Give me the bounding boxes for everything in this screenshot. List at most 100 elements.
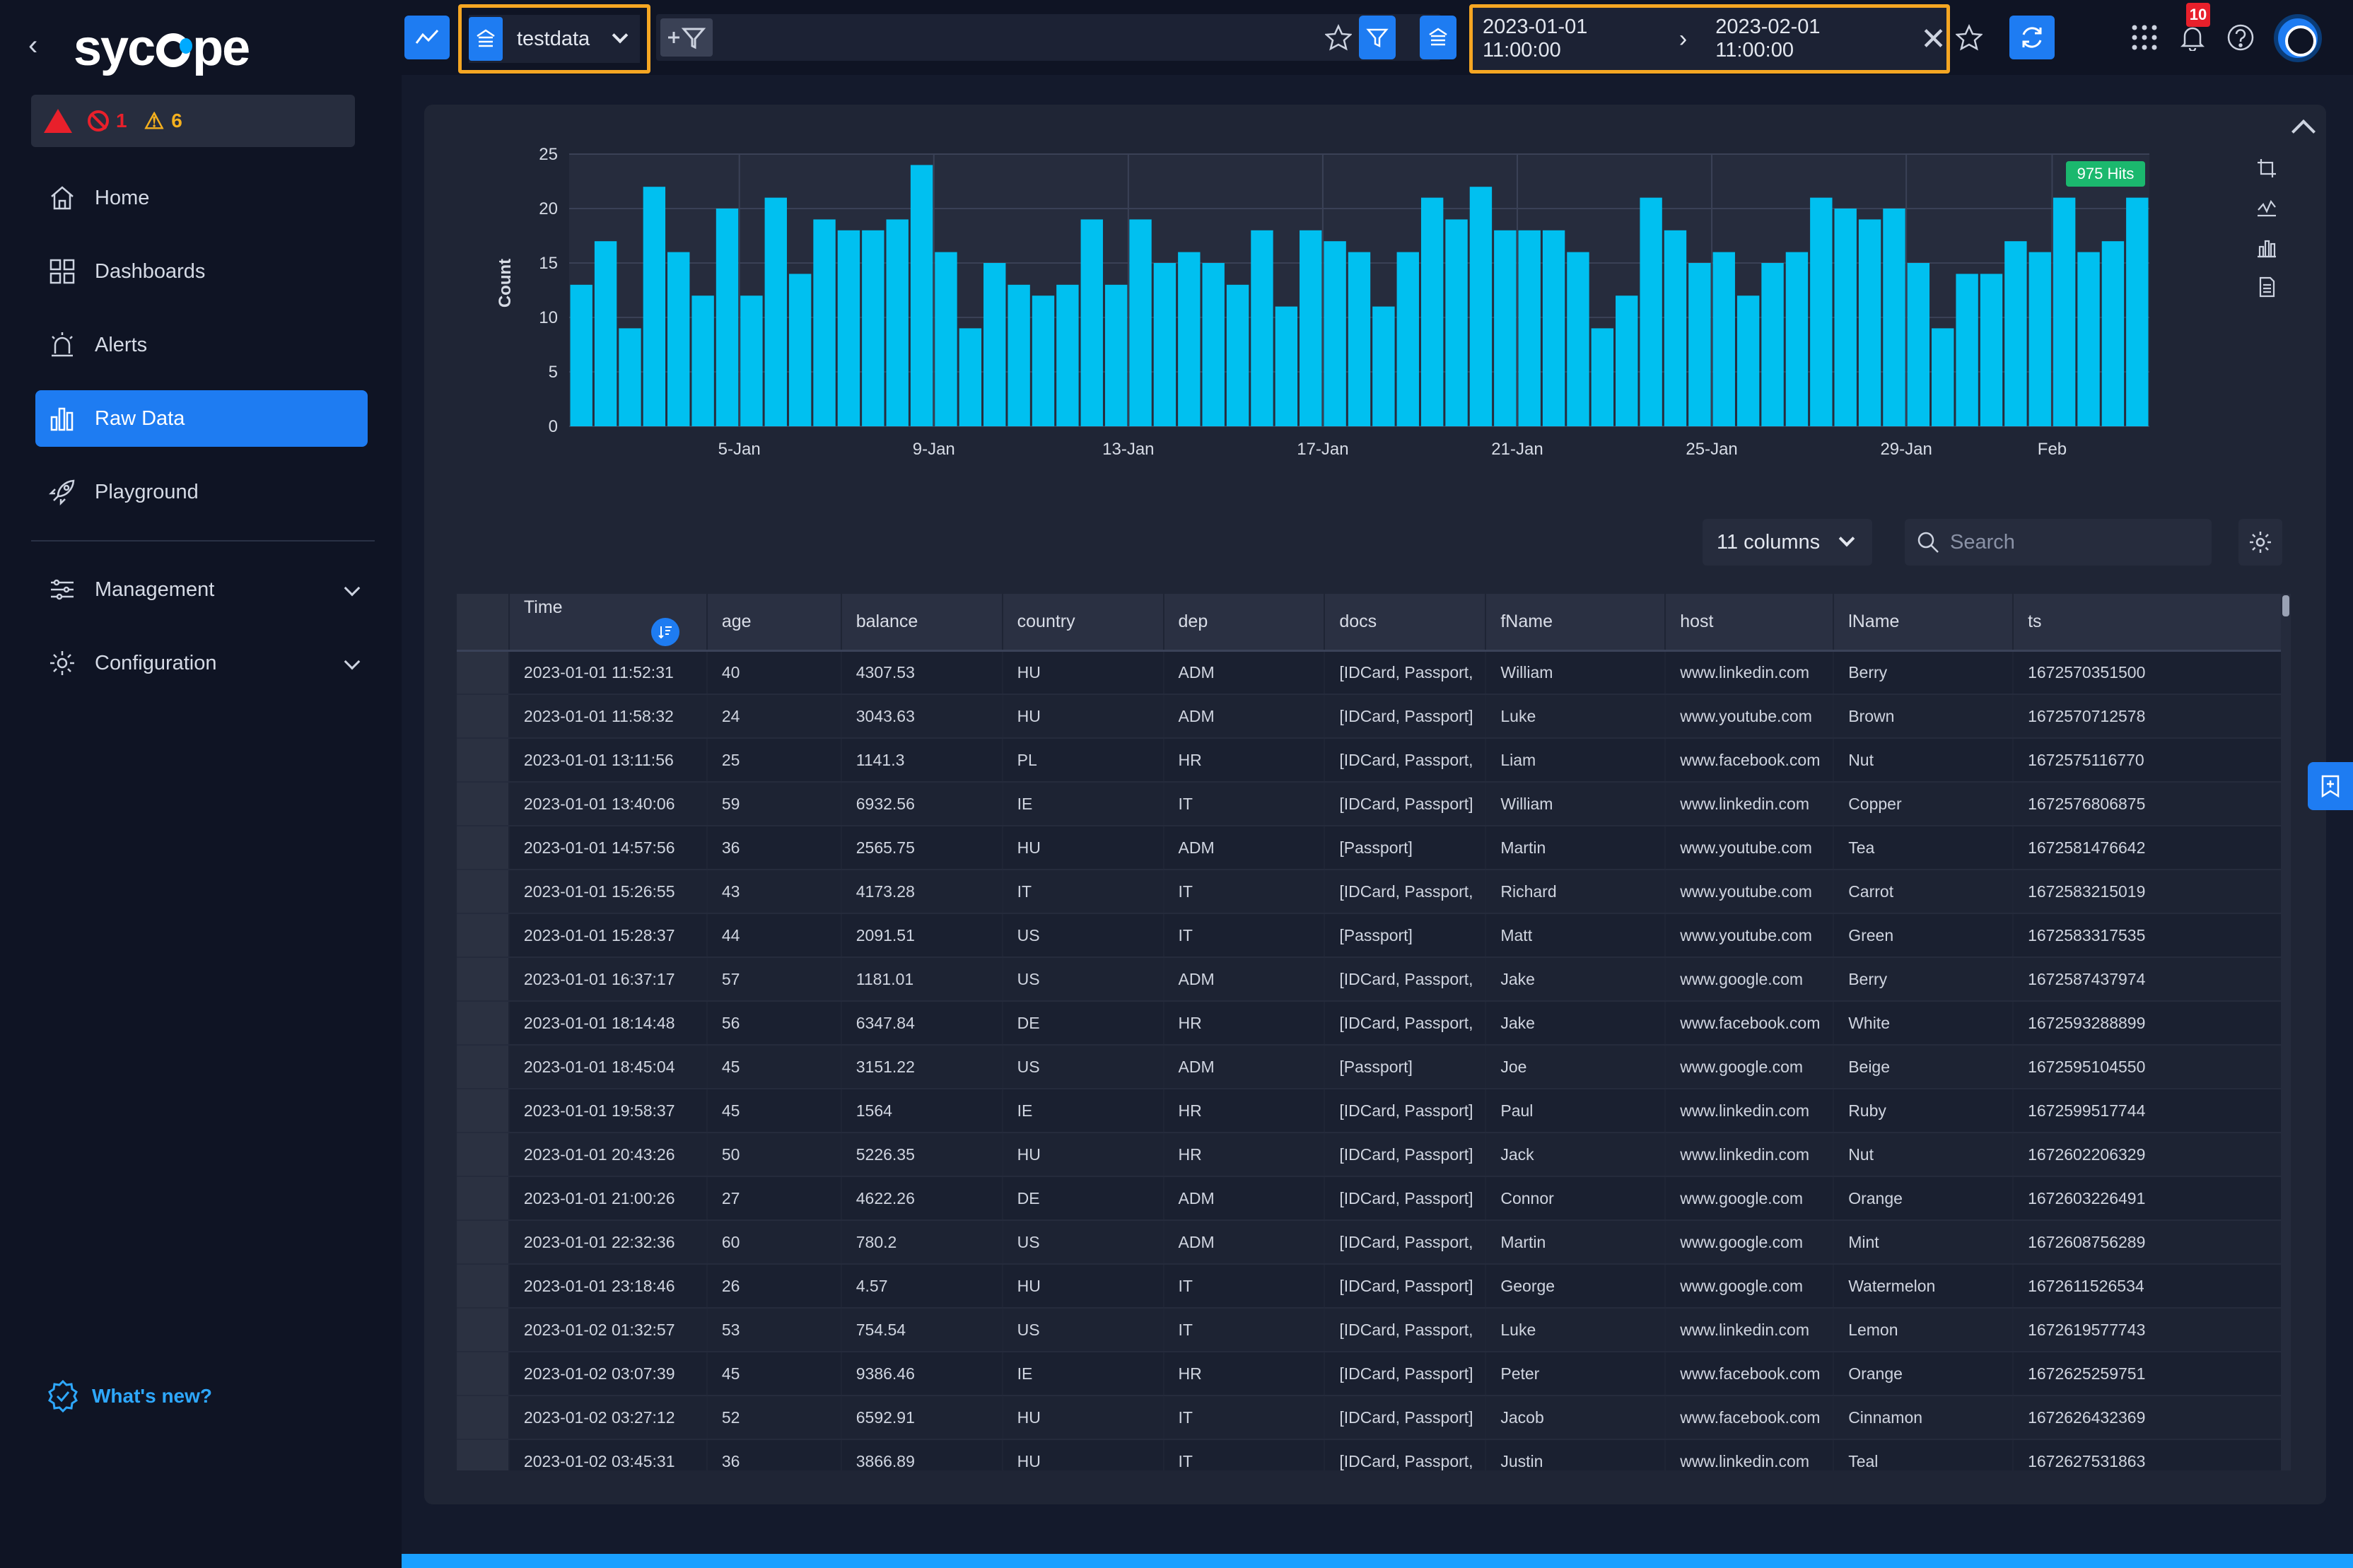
histogram-bar[interactable] bbox=[1640, 197, 1662, 426]
table-row[interactable]: 2023-01-02 03:27:12 52 6592.91 HU IT [IDCard,… bbox=[457, 1396, 2289, 1440]
histogram-bar[interactable] bbox=[1032, 296, 1055, 426]
histogram-bar[interactable] bbox=[1300, 230, 1322, 426]
table-row[interactable]: 2023-01-01 16:37:17 57 1181.01 US ADM [IDCard… bbox=[457, 957, 2289, 1002]
histogram-bar[interactable] bbox=[1980, 274, 2003, 426]
favorite-time-range-button[interactable] bbox=[1951, 16, 1987, 59]
histogram-bar[interactable] bbox=[1834, 209, 1857, 426]
table-row[interactable]: 2023-01-01 11:58:32 24 3043.63 HU ADM [IDCard… bbox=[457, 694, 2289, 739]
apps-button[interactable] bbox=[2127, 16, 2162, 59]
row-select-cell[interactable] bbox=[457, 1176, 510, 1221]
user-avatar[interactable] bbox=[2274, 14, 2322, 62]
histogram-bar[interactable] bbox=[1396, 252, 1419, 426]
refresh-button[interactable] bbox=[2009, 16, 2055, 59]
row-select-cell[interactable] bbox=[457, 694, 510, 739]
table-settings-button[interactable] bbox=[2238, 519, 2282, 566]
histogram-bar[interactable] bbox=[1420, 197, 1444, 426]
crop-tool-button[interactable] bbox=[2253, 148, 2281, 188]
histogram-bar[interactable] bbox=[764, 197, 787, 426]
favorite-filter-button[interactable] bbox=[1321, 16, 1356, 59]
histogram-bar[interactable] bbox=[716, 209, 739, 426]
column-header-balance[interactable]: balance bbox=[841, 594, 1003, 652]
sidebar-item-dashboards[interactable]: Dashboards bbox=[35, 243, 368, 300]
bar-chart-tool-button[interactable] bbox=[2253, 228, 2281, 267]
histogram-bar[interactable] bbox=[1664, 230, 1687, 426]
row-select-cell[interactable] bbox=[457, 826, 510, 870]
sidebar-item-playground[interactable]: Playground bbox=[35, 464, 368, 520]
column-header-age[interactable]: age bbox=[706, 594, 842, 652]
column-header-country[interactable]: country bbox=[1002, 594, 1164, 652]
histogram-bar[interactable] bbox=[1494, 230, 1517, 426]
column-header-fname[interactable]: fName bbox=[1485, 594, 1666, 652]
time-range-picker[interactable]: 2023-01-01 11:00:00 › 2023-02-01 11:00:0… bbox=[1469, 4, 1950, 74]
visualization-toggle-button[interactable] bbox=[404, 16, 450, 59]
histogram-bar[interactable] bbox=[2077, 252, 2100, 426]
histogram-bar[interactable] bbox=[1178, 252, 1201, 426]
table-row[interactable]: 2023-01-01 13:40:06 59 6932.56 IE IT [IDCard,… bbox=[457, 782, 2289, 826]
histogram-bar[interactable] bbox=[1129, 219, 1152, 426]
histogram-bar[interactable] bbox=[691, 296, 714, 426]
histogram-bar[interactable] bbox=[2028, 252, 2051, 426]
feedback-tab[interactable] bbox=[2308, 762, 2353, 810]
histogram-bar[interactable] bbox=[1616, 296, 1638, 426]
table-row[interactable]: 2023-01-02 03:07:39 45 9386.46 IE HR [IDCard,… bbox=[457, 1352, 2289, 1396]
histogram-bar[interactable] bbox=[1761, 263, 1784, 426]
alert-summary[interactable]: 1 ⚠ 6 bbox=[31, 95, 355, 147]
histogram-bar[interactable] bbox=[886, 219, 909, 426]
column-header-time[interactable]: Time bbox=[508, 594, 708, 652]
table-row[interactable]: 2023-01-01 18:45:04 45 3151.22 US ADM [Passpo… bbox=[457, 1045, 2289, 1089]
sort-descending-icon[interactable] bbox=[650, 617, 679, 646]
sidebar-item-alerts[interactable]: Alerts bbox=[35, 317, 368, 373]
histogram-bar[interactable] bbox=[2126, 197, 2149, 426]
histogram-bar[interactable] bbox=[1591, 328, 1614, 426]
histogram-bar[interactable] bbox=[643, 187, 666, 426]
histogram-bar[interactable] bbox=[1008, 284, 1030, 426]
histogram-bar[interactable] bbox=[1785, 252, 1809, 426]
table-scrollbar[interactable] bbox=[2281, 594, 2291, 1470]
histogram-bar[interactable] bbox=[594, 241, 617, 426]
histogram-bar[interactable] bbox=[1348, 252, 1371, 426]
histogram-bar[interactable] bbox=[1226, 284, 1249, 426]
whats-new-link[interactable]: What's new? bbox=[45, 1379, 212, 1414]
row-select-cell[interactable] bbox=[457, 1439, 510, 1470]
histogram-bar[interactable] bbox=[1324, 241, 1346, 426]
histogram-bar[interactable] bbox=[1810, 197, 1833, 426]
search-input[interactable] bbox=[1950, 530, 2205, 554]
histogram-bar[interactable] bbox=[1445, 219, 1468, 426]
row-select-cell[interactable] bbox=[457, 1089, 510, 1133]
table-row[interactable]: 2023-01-01 18:14:48 56 6347.84 DE HR [IDCard,… bbox=[457, 1001, 2289, 1046]
help-button[interactable] bbox=[2221, 16, 2260, 59]
histogram-bar[interactable] bbox=[1275, 306, 1298, 426]
apply-filter-button[interactable] bbox=[1359, 16, 1396, 59]
histogram-bar[interactable] bbox=[862, 230, 884, 426]
column-header-ts[interactable]: ts bbox=[2013, 594, 2289, 652]
histogram-bar[interactable] bbox=[813, 219, 836, 426]
histogram-bar[interactable] bbox=[1688, 263, 1711, 426]
table-row[interactable]: 2023-01-01 14:57:56 36 2565.75 HU ADM [Passpo… bbox=[457, 826, 2289, 870]
table-row[interactable]: 2023-01-02 03:45:31 36 3866.89 HU IT [IDCard,… bbox=[457, 1439, 2289, 1470]
sidebar-item-configuration[interactable]: Configuration bbox=[35, 635, 368, 691]
histogram-bar[interactable] bbox=[1712, 252, 1735, 426]
histogram-bar[interactable] bbox=[1956, 274, 1978, 426]
histogram-bar[interactable] bbox=[1251, 230, 1273, 426]
row-select-cell[interactable] bbox=[457, 1045, 510, 1089]
row-select-cell[interactable] bbox=[457, 957, 510, 1002]
sidebar-item-raw-data[interactable]: Raw Data bbox=[35, 390, 368, 447]
histogram-bar[interactable] bbox=[910, 165, 933, 426]
histogram-bar[interactable] bbox=[619, 328, 641, 426]
sidebar-item-home[interactable]: Home bbox=[35, 170, 368, 226]
column-header-dep[interactable]: dep bbox=[1163, 594, 1326, 652]
histogram-bar[interactable] bbox=[2004, 241, 2027, 426]
column-header-host[interactable]: host bbox=[1665, 594, 1835, 652]
line-chart-tool-button[interactable] bbox=[2253, 188, 2281, 228]
row-select-cell[interactable] bbox=[457, 913, 510, 958]
histogram-bar[interactable] bbox=[2101, 241, 2125, 426]
row-select-cell[interactable] bbox=[457, 650, 510, 695]
histogram-bar[interactable] bbox=[1104, 284, 1128, 426]
histogram-bar[interactable] bbox=[983, 263, 1006, 426]
histogram-bar[interactable] bbox=[1542, 230, 1565, 426]
table-row[interactable]: 2023-01-02 01:32:57 53 754.54 US IT [IDCard, … bbox=[457, 1308, 2289, 1352]
histogram-bar[interactable] bbox=[570, 284, 592, 426]
add-filter-button[interactable] bbox=[660, 18, 713, 57]
histogram-bar[interactable] bbox=[740, 296, 763, 426]
histogram-bar[interactable] bbox=[1518, 230, 1541, 426]
